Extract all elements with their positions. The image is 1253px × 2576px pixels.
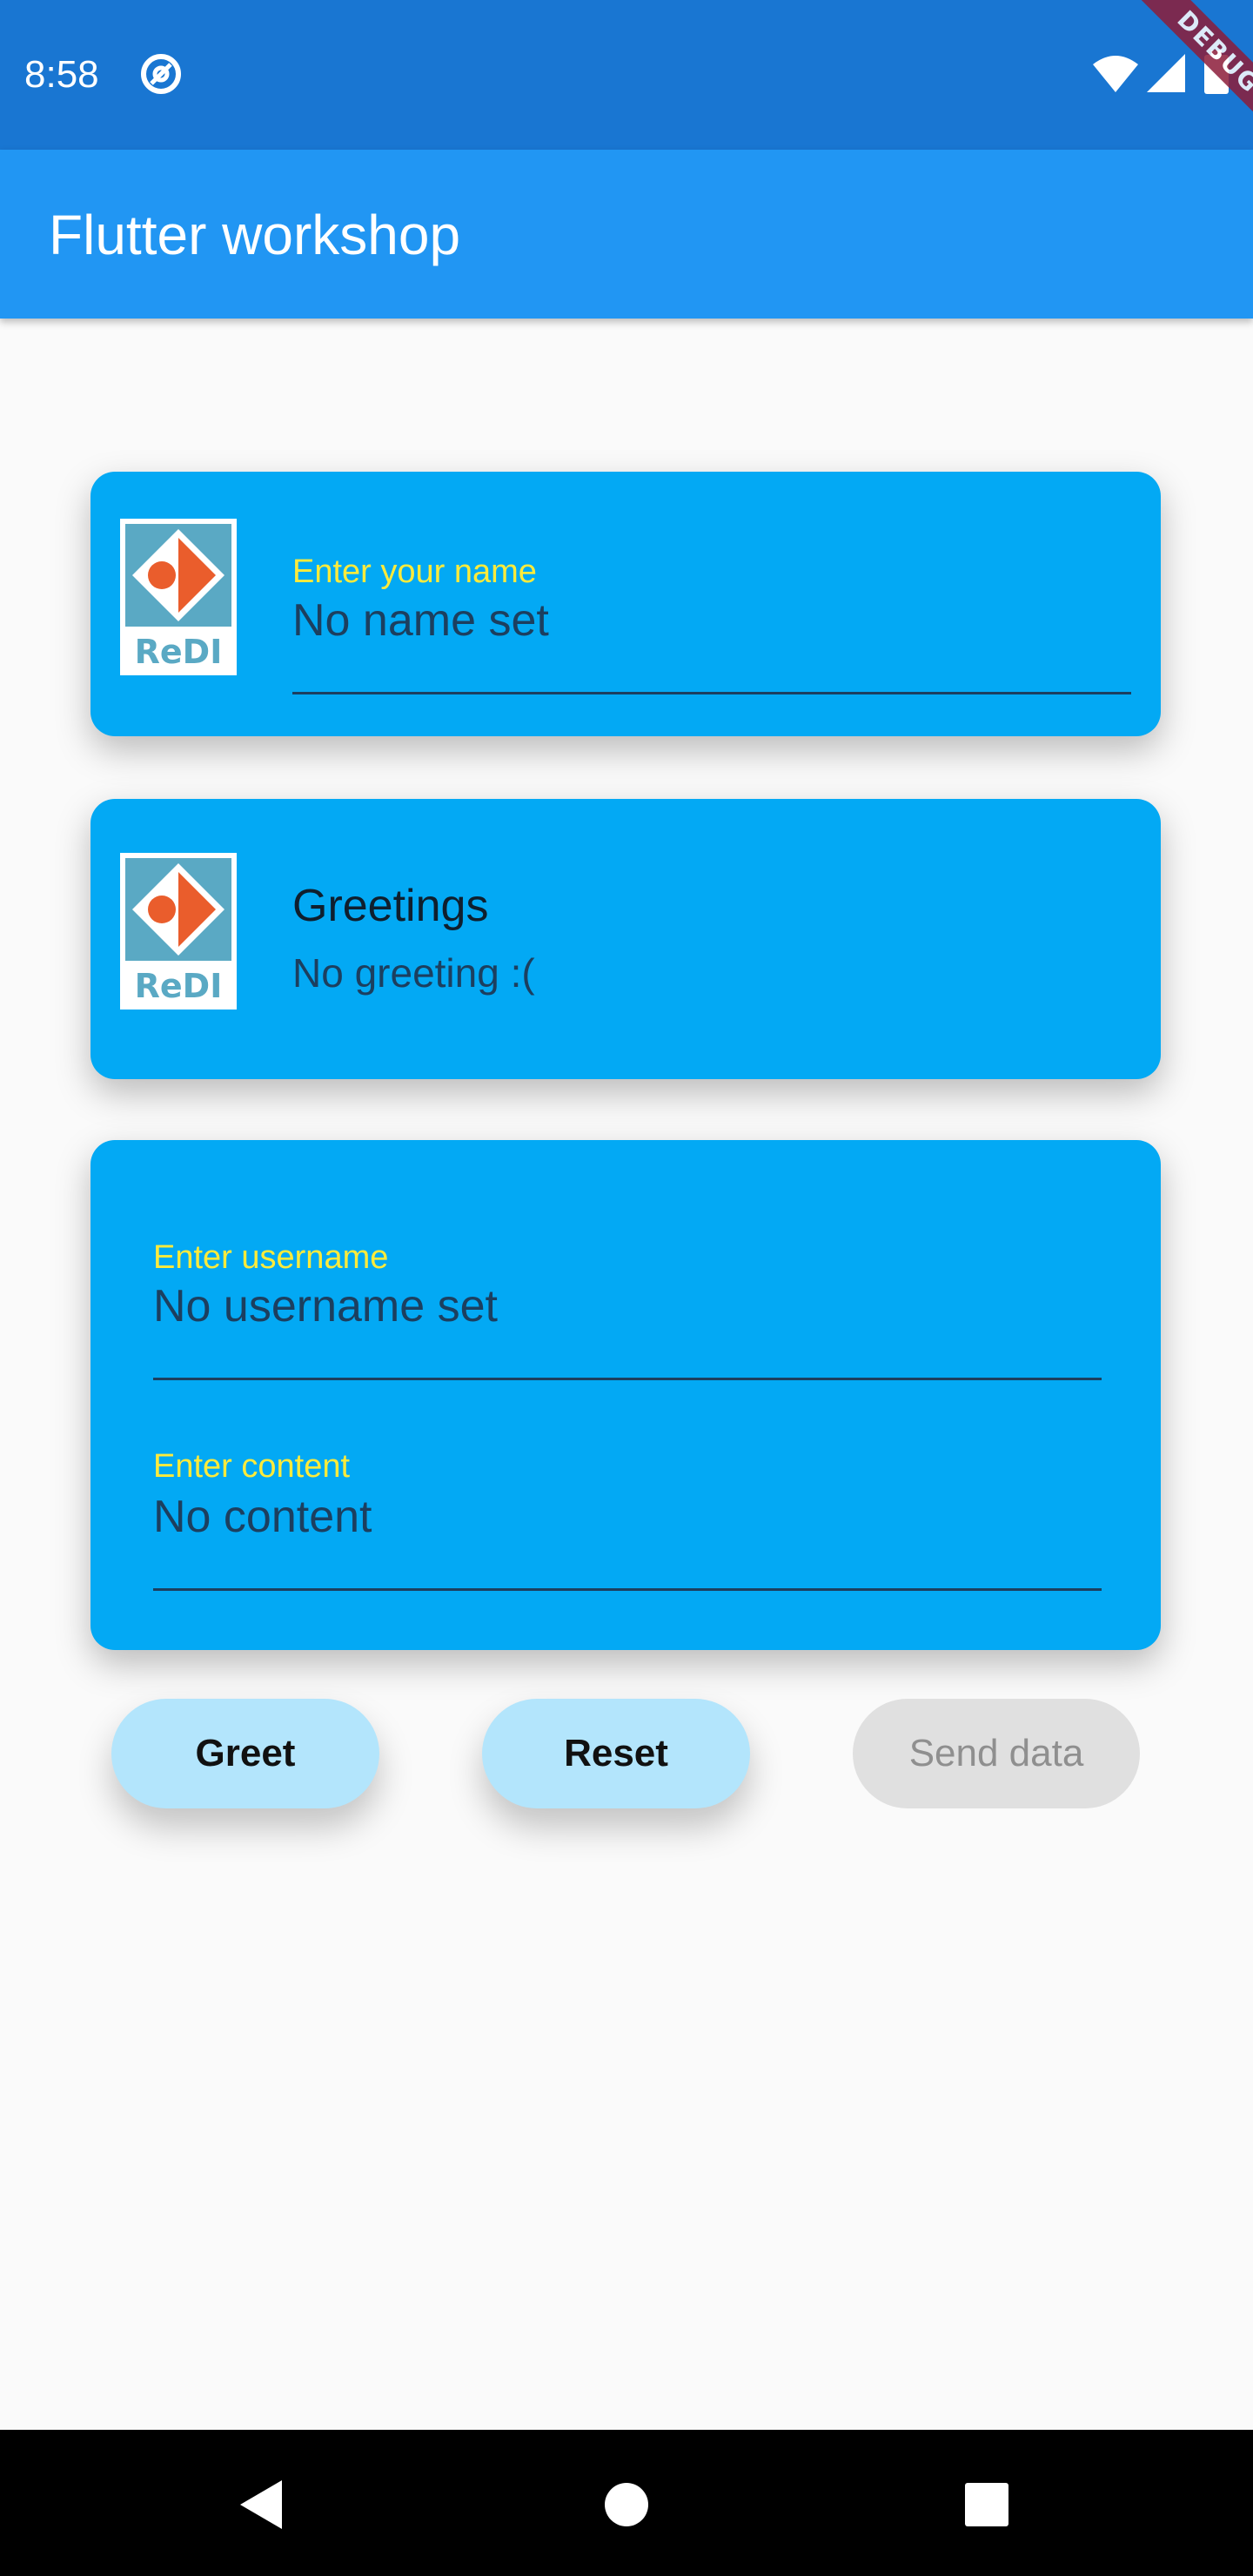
- redi-logo: ReDI: [120, 519, 237, 675]
- home-icon[interactable]: [604, 2482, 649, 2527]
- name-input[interactable]: [292, 594, 901, 647]
- status-time: 8:58: [24, 53, 99, 96]
- content-label: Enter content: [153, 1448, 351, 1485]
- content-input[interactable]: [153, 1490, 936, 1544]
- greeting-title: Greetings: [292, 881, 489, 931]
- username-input-underline: [153, 1378, 1102, 1380]
- app-bar: Flutter workshop: [0, 150, 1253, 319]
- debug-banner-container: DEBUG: [1079, 0, 1253, 174]
- status-bar: 8:58: [0, 0, 1253, 150]
- greet-button[interactable]: Greet: [111, 1699, 379, 1808]
- username-label: Enter username: [153, 1239, 389, 1276]
- debug-banner: DEBUG: [1125, 0, 1253, 145]
- recents-icon[interactable]: [964, 2482, 1009, 2527]
- username-input[interactable]: [153, 1279, 936, 1333]
- redi-logo-icon: ReDI: [125, 858, 231, 1005]
- name-card: ReDI Enter your name: [90, 472, 1161, 736]
- app-notification-icon: [141, 54, 181, 94]
- page-title: Flutter workshop: [49, 204, 461, 266]
- redi-logo: ReDI: [120, 853, 237, 1010]
- send-data-button[interactable]: Send data: [853, 1699, 1140, 1808]
- back-icon[interactable]: [237, 2479, 285, 2531]
- name-label: Enter your name: [292, 553, 537, 590]
- content-input-underline: [153, 1588, 1102, 1591]
- greeting-card: ReDI Greetings No greeting :(: [90, 799, 1161, 1079]
- redi-logo-icon: ReDI: [125, 524, 231, 671]
- form-card: Enter username Enter content: [90, 1140, 1161, 1650]
- greeting-message: No greeting :(: [292, 950, 535, 996]
- name-input-underline: [292, 692, 1131, 694]
- reset-button[interactable]: Reset: [482, 1699, 750, 1808]
- logo-text: ReDI: [135, 633, 223, 671]
- logo-text: ReDI: [135, 967, 223, 1005]
